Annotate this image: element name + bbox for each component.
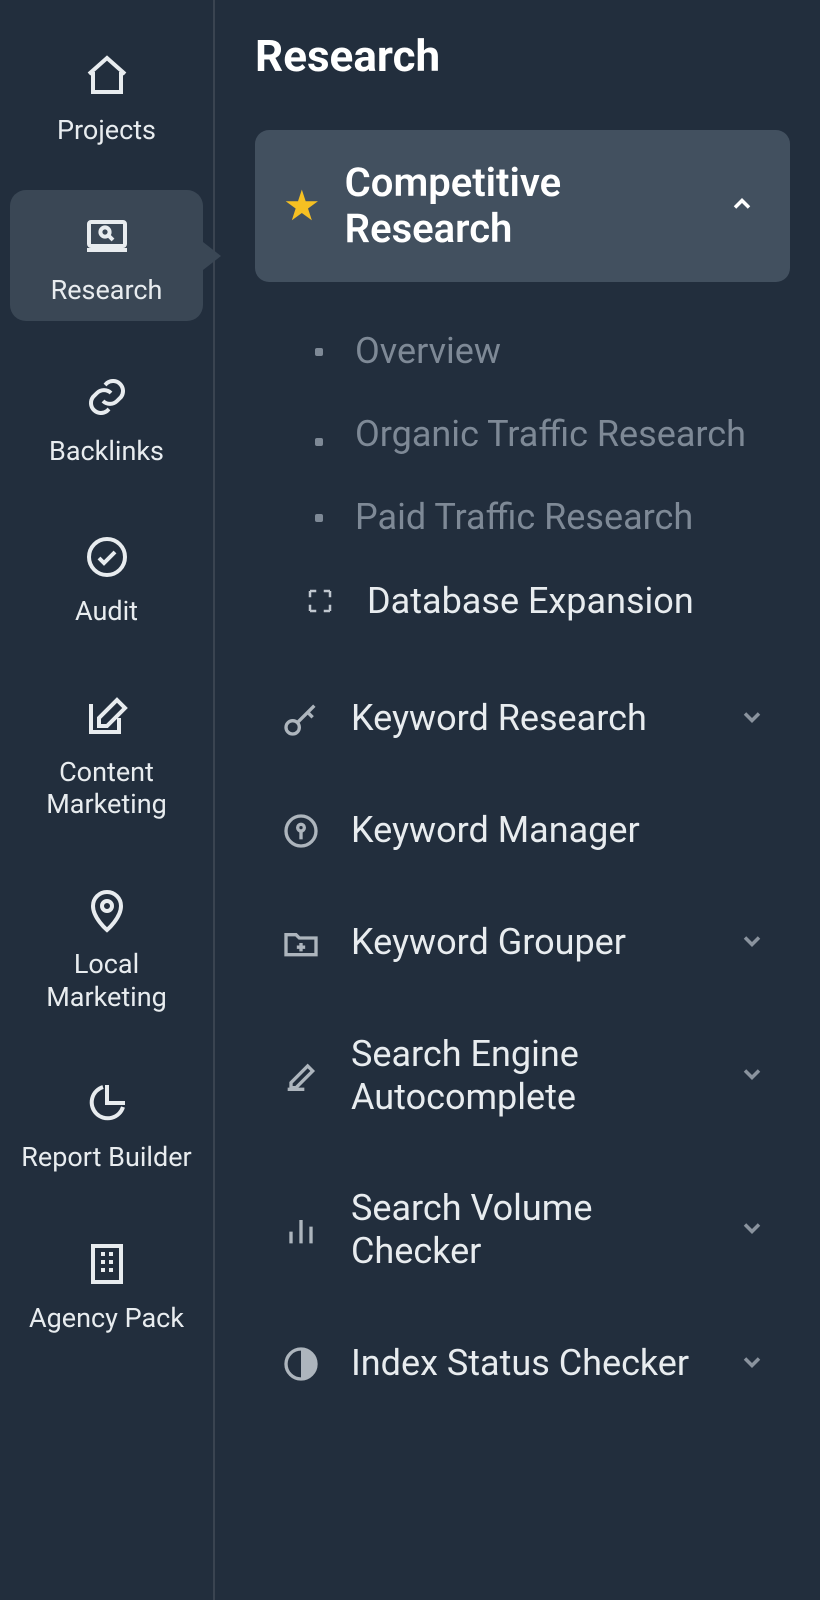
chevron-down-icon — [738, 703, 766, 735]
key-icon — [279, 697, 323, 741]
section-label: Keyword Research — [351, 697, 710, 740]
sub-label: Database Expansion — [367, 580, 694, 623]
bullet-icon — [315, 438, 323, 446]
section-label: Keyword Grouper — [351, 921, 710, 964]
sub-label: Organic Traffic Research — [355, 413, 746, 456]
nav-label: Agency Pack — [29, 1302, 184, 1334]
chevron-down-icon — [738, 1060, 766, 1092]
building-icon — [79, 1236, 135, 1292]
keyhole-circle-icon — [279, 809, 323, 853]
sub-item-paid-traffic[interactable]: Paid Traffic Research — [255, 476, 790, 559]
section-competitive-research[interactable]: ★ Competitive Research — [255, 130, 790, 282]
competitive-research-submenu: Overview Organic Traffic Research Paid T… — [255, 300, 790, 663]
nav-item-projects[interactable]: Projects — [10, 30, 203, 160]
chevron-down-icon — [738, 1214, 766, 1246]
nav-label: Audit — [75, 595, 138, 627]
section-keyword-research[interactable]: Keyword Research — [255, 663, 790, 775]
nav-label: Local Marketing — [16, 948, 197, 1013]
chevron-up-icon — [728, 190, 756, 222]
nav-item-report-builder[interactable]: Report Builder — [10, 1057, 203, 1187]
sub-label: Paid Traffic Research — [355, 496, 693, 539]
sub-item-database-expansion[interactable]: Database Expansion — [255, 560, 790, 643]
edit-square-icon — [79, 690, 135, 746]
nav-item-agency-pack[interactable]: Agency Pack — [10, 1218, 203, 1348]
sub-item-overview[interactable]: Overview — [255, 310, 790, 393]
laptop-search-icon — [79, 208, 135, 264]
nav-item-local-marketing[interactable]: Local Marketing — [10, 864, 203, 1027]
folder-plus-icon — [279, 921, 323, 965]
sub-item-organic-traffic[interactable]: Organic Traffic Research — [255, 393, 790, 476]
section-label: Search Engine Autocomplete — [351, 1033, 710, 1119]
nav-label: Projects — [57, 114, 156, 146]
expand-icon — [305, 586, 335, 616]
section-keyword-manager[interactable]: Keyword Manager — [255, 775, 790, 887]
home-icon — [79, 48, 135, 104]
bullet-icon — [315, 348, 323, 356]
section-search-autocomplete[interactable]: Search Engine Autocomplete — [255, 999, 790, 1153]
nav-item-content-marketing[interactable]: Content Marketing — [10, 672, 203, 835]
section-index-status-checker[interactable]: Index Status Checker — [255, 1308, 790, 1420]
link-icon — [79, 369, 135, 425]
bar-chart-icon — [279, 1208, 323, 1252]
bullet-icon — [315, 514, 323, 522]
nav-label: Report Builder — [21, 1141, 191, 1173]
chevron-down-icon — [738, 927, 766, 959]
pie-chart-icon — [79, 1075, 135, 1131]
page-title: Research — [255, 30, 790, 82]
map-pin-icon — [79, 882, 135, 938]
half-circle-icon — [279, 1342, 323, 1386]
nav-item-backlinks[interactable]: Backlinks — [10, 351, 203, 481]
nav-label: Content Marketing — [16, 756, 197, 821]
nav-item-research[interactable]: Research — [10, 190, 203, 320]
section-label: Search Volume Checker — [351, 1187, 710, 1273]
section-keyword-grouper[interactable]: Keyword Grouper — [255, 887, 790, 999]
main-panel: Research ★ Competitive Research Overview… — [215, 0, 820, 1600]
section-search-volume-checker[interactable]: Search Volume Checker — [255, 1153, 790, 1307]
star-icon: ★ — [283, 181, 321, 231]
sub-label: Overview — [355, 330, 501, 373]
section-label: Competitive Research — [345, 160, 704, 252]
pencil-underline-icon — [279, 1054, 323, 1098]
nav-label: Backlinks — [49, 435, 164, 467]
section-label: Index Status Checker — [351, 1342, 710, 1385]
nav-rail: Projects Research Backlinks Audit Conten… — [0, 0, 215, 1600]
nav-label: Research — [51, 274, 163, 306]
section-label: Keyword Manager — [351, 809, 766, 852]
chevron-down-icon — [738, 1348, 766, 1380]
nav-item-audit[interactable]: Audit — [10, 511, 203, 641]
check-circle-icon — [79, 529, 135, 585]
